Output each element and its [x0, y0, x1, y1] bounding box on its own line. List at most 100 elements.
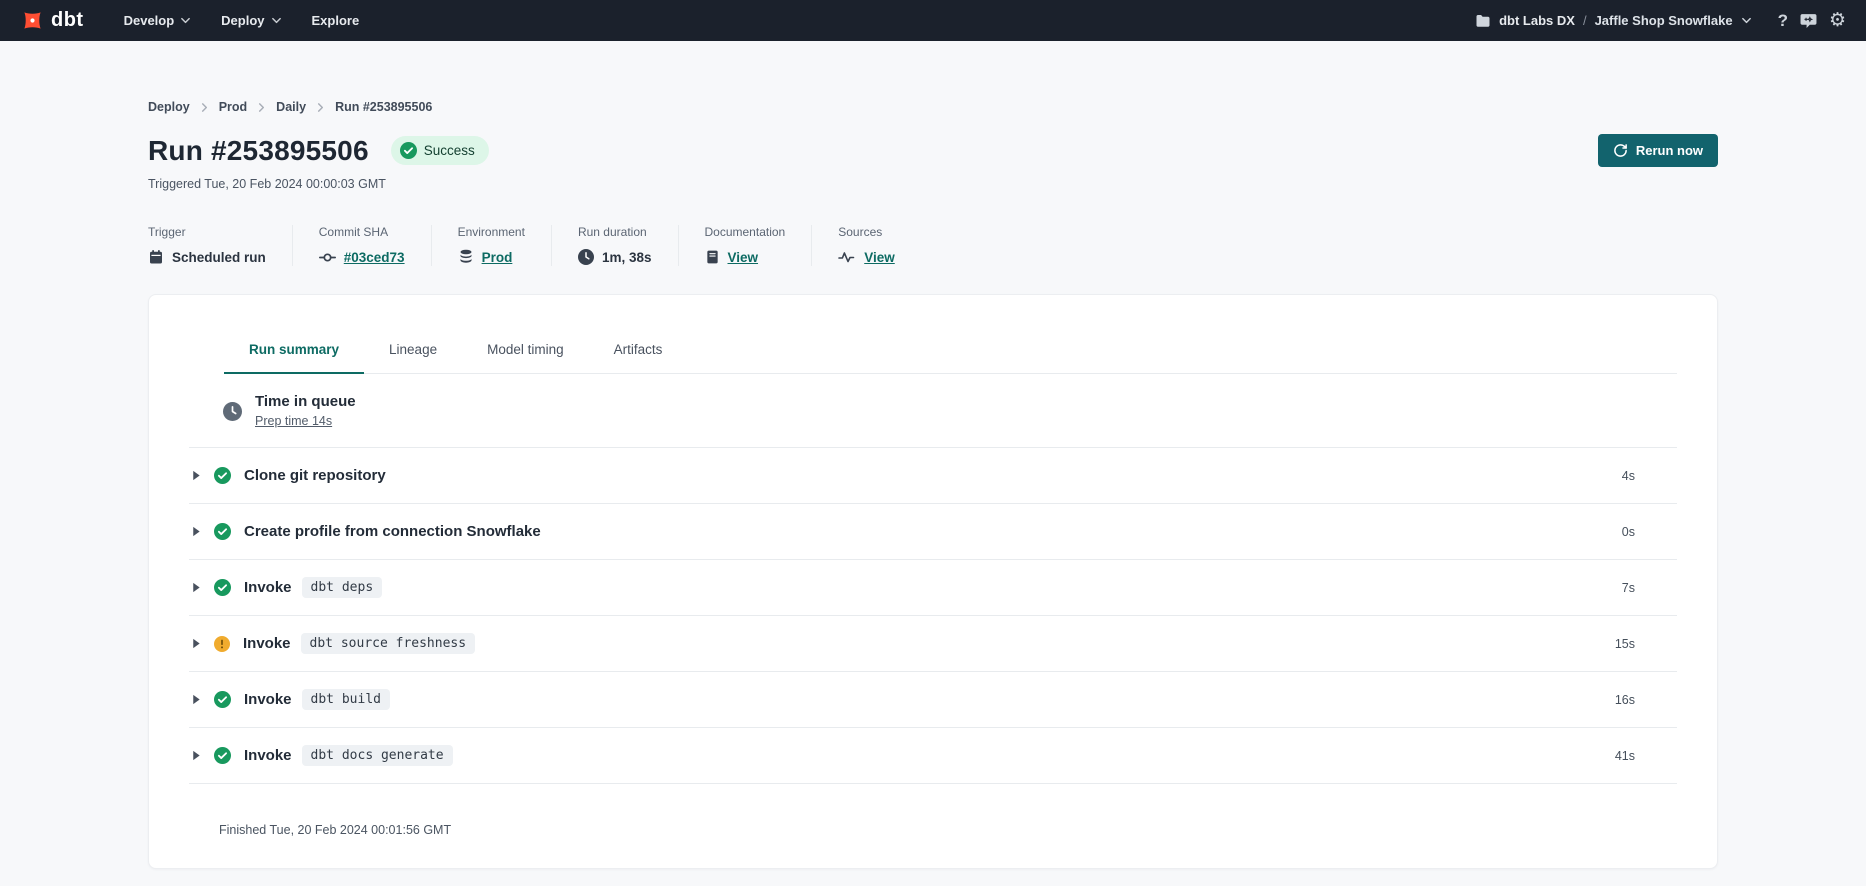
- metadata-value: 1m, 38s: [602, 250, 652, 265]
- rerun-now-button[interactable]: Rerun now: [1598, 134, 1718, 167]
- folder-icon: [1475, 13, 1491, 29]
- metadata-label: Trigger: [148, 225, 266, 239]
- triggered-timestamp: Triggered Tue, 20 Feb 2024 00:00:03 GMT: [148, 177, 1718, 191]
- run-step-row[interactable]: Invoke dbt docs generate 41s: [189, 728, 1677, 784]
- dbt-logo[interactable]: dbt: [20, 8, 84, 33]
- chevron-down-icon: [1741, 15, 1752, 26]
- run-detail-page: Deploy Prod Daily Run #253895506 Run #25389…: [148, 41, 1718, 869]
- run-step-row[interactable]: Invoke dbt build 16s: [189, 672, 1677, 728]
- success-icon: [214, 523, 231, 540]
- step-name: Create profile from connection Snowflake: [244, 523, 541, 540]
- status-badge: Success: [391, 136, 489, 165]
- step-name: Invoke: [244, 579, 292, 596]
- success-icon: [400, 142, 417, 159]
- metadata-item: Trigger Scheduled run: [148, 225, 292, 266]
- book-icon: [705, 249, 720, 265]
- metadata-label: Sources: [838, 225, 895, 239]
- clock-icon: [223, 402, 242, 421]
- metadata-item: Environment Prod: [431, 225, 551, 266]
- pulse-icon: [838, 249, 856, 265]
- step-command-chip: dbt source freshness: [301, 633, 476, 654]
- run-metadata: Trigger Scheduled run Commit SHA #03ced7…: [148, 225, 1718, 266]
- top-navbar: dbt Develop Deploy Explore dbt Labs DX / J…: [0, 0, 1866, 41]
- project-name: Jaffle Shop Snowflake: [1595, 13, 1733, 28]
- caret-right-icon[interactable]: [191, 694, 203, 705]
- step-command-chip: dbt docs generate: [302, 745, 453, 766]
- caret-right-icon[interactable]: [191, 526, 203, 537]
- chevron-down-icon: [271, 15, 282, 26]
- metadata-link[interactable]: Prod: [482, 250, 513, 265]
- caret-right-icon[interactable]: [191, 470, 203, 481]
- metadata-label: Environment: [458, 225, 525, 239]
- step-duration: 41s: [1615, 749, 1677, 763]
- run-step-row[interactable]: Clone git repository 4s: [189, 448, 1677, 504]
- metadata-link[interactable]: #03ced73: [344, 250, 405, 265]
- step-name: Invoke: [244, 747, 292, 764]
- warning-icon: [214, 636, 230, 652]
- nav-menu-develop[interactable]: Develop: [124, 13, 192, 28]
- run-step-row[interactable]: Invoke dbt deps 7s: [189, 560, 1677, 616]
- prep-time-link[interactable]: Prep time 14s: [255, 414, 332, 428]
- nav-menu-label: Explore: [312, 13, 360, 28]
- time-in-queue-row: Time in queue Prep time 14s: [189, 374, 1677, 448]
- caret-right-icon[interactable]: [191, 582, 203, 593]
- nav-menu-deploy[interactable]: Deploy: [221, 13, 281, 28]
- run-tabs: Run summaryLineageModel timingArtifacts: [224, 327, 1677, 374]
- metadata-item: Documentation View: [678, 225, 812, 266]
- breadcrumb-item[interactable]: Daily: [276, 100, 306, 114]
- step-duration: 7s: [1622, 581, 1677, 595]
- clock-icon: [578, 249, 594, 265]
- metadata-label: Run duration: [578, 225, 652, 239]
- account-name: dbt Labs DX: [1499, 13, 1575, 28]
- rerun-now-label: Rerun now: [1636, 143, 1703, 158]
- metadata-label: Documentation: [705, 225, 786, 239]
- run-summary-card: Run summaryLineageModel timingArtifacts …: [148, 294, 1718, 869]
- breadcrumb-item[interactable]: Prod: [219, 100, 247, 114]
- metadata-item: Commit SHA #03ced73: [292, 225, 431, 266]
- run-steps-list: Clone git repository 4s Create profile f…: [189, 448, 1677, 784]
- metadata-label: Commit SHA: [319, 225, 405, 239]
- brand-name: dbt: [51, 9, 84, 32]
- step-command-chip: dbt build: [302, 689, 390, 710]
- step-command-chip: dbt deps: [302, 577, 383, 598]
- finished-timestamp: Finished Tue, 20 Feb 2024 00:01:56 GMT: [189, 784, 1677, 868]
- step-name: Invoke: [244, 691, 292, 708]
- chevron-right-icon: [200, 103, 209, 112]
- queue-title: Time in queue: [255, 393, 356, 410]
- calendar-icon: [148, 249, 164, 265]
- metadata-link[interactable]: View: [864, 250, 895, 265]
- nav-menu-label: Deploy: [221, 13, 264, 28]
- success-icon: [214, 579, 231, 596]
- tab-model-timing[interactable]: Model timing: [462, 327, 589, 374]
- tab-lineage[interactable]: Lineage: [364, 327, 462, 374]
- metadata-item: Run duration 1m, 38s: [551, 225, 678, 266]
- metadata-item: Sources View: [811, 225, 921, 266]
- step-duration: 0s: [1622, 525, 1677, 539]
- refresh-icon: [1613, 143, 1628, 158]
- success-icon: [214, 691, 231, 708]
- breadcrumb-item: Run #253895506: [335, 100, 432, 114]
- account-project-picker[interactable]: dbt Labs DX / Jaffle Shop Snowflake: [1475, 13, 1751, 29]
- tab-run-summary[interactable]: Run summary: [224, 327, 364, 374]
- chevron-right-icon: [257, 103, 266, 112]
- metadata-link[interactable]: View: [728, 250, 759, 265]
- nav-menu-explore[interactable]: Explore: [312, 13, 360, 28]
- metadata-value: Scheduled run: [172, 250, 266, 265]
- breadcrumb: Deploy Prod Daily Run #253895506: [148, 100, 1718, 114]
- run-step-row[interactable]: Invoke dbt source freshness 15s: [189, 616, 1677, 672]
- feedback-icon[interactable]: [1800, 12, 1817, 29]
- page-title: Run #253895506: [148, 135, 369, 167]
- settings-icon[interactable]: ⚙: [1829, 11, 1846, 30]
- run-step-row[interactable]: Create profile from connection Snowflake…: [189, 504, 1677, 560]
- breadcrumb-item[interactable]: Deploy: [148, 100, 190, 114]
- tab-artifacts[interactable]: Artifacts: [589, 327, 688, 374]
- step-duration: 15s: [1615, 637, 1677, 651]
- dbt-logo-icon: [20, 8, 45, 33]
- git-commit-icon: [319, 249, 336, 266]
- main-nav: Develop Deploy Explore: [124, 13, 360, 28]
- help-icon[interactable]: ?: [1778, 11, 1788, 31]
- database-icon: [458, 249, 474, 265]
- caret-right-icon[interactable]: [191, 638, 203, 649]
- caret-right-icon[interactable]: [191, 750, 203, 761]
- step-name: Invoke: [243, 635, 291, 652]
